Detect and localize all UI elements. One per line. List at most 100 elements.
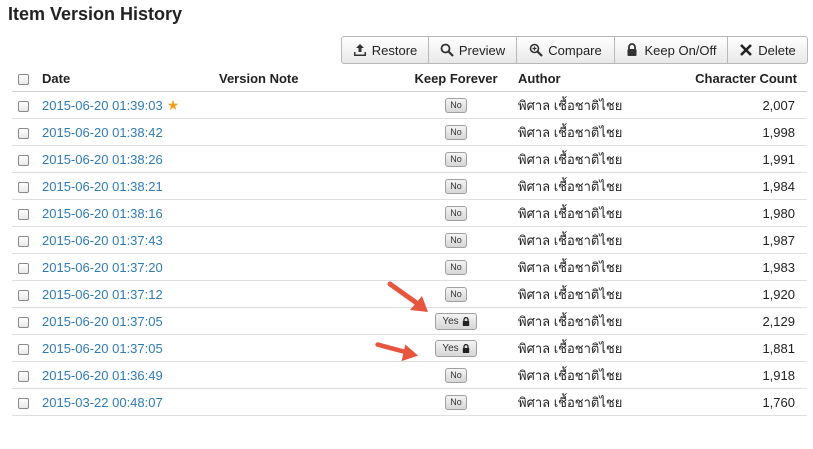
author-cell: พิศาล เชื้อชาติไชย (515, 91, 682, 119)
table-row[interactable]: 2015-06-20 01:37:43 No พิศาล เชื้อชาติไชย 1… (12, 226, 807, 254)
author-cell: พิศาล เชื้อชาติไชย (515, 307, 682, 335)
version-date-link[interactable]: 2015-06-20 01:37:05 (42, 341, 163, 356)
author-cell: พิศาล เชื้อชาติไชย (515, 172, 682, 200)
row-checkbox[interactable] (18, 397, 29, 409)
page-title: Item Version History (8, 4, 183, 24)
version-note-cell (219, 91, 397, 119)
header-date[interactable]: Date (42, 66, 219, 92)
row-select-cell (12, 172, 42, 200)
version-note-cell (219, 388, 397, 416)
date-cell: 2015-06-20 01:37:12 (42, 280, 219, 308)
row-checkbox[interactable] (18, 370, 29, 382)
table-row[interactable]: 2015-06-20 01:38:42 No พิศาล เชื้อชาติไชย 1… (12, 118, 807, 146)
date-cell: 2015-06-20 01:39:03 ★ (42, 91, 219, 119)
row-checkbox[interactable] (18, 100, 29, 112)
keep-forever-badge: Yes (435, 339, 477, 357)
version-date-link[interactable]: 2015-06-20 01:38:42 (42, 125, 163, 140)
close-icon (739, 43, 753, 57)
row-checkbox[interactable] (18, 127, 29, 139)
author-cell: พิศาล เชื้อชาติไชย (515, 253, 682, 281)
author-cell: พิศาล เชื้อชาติไชย (515, 361, 682, 389)
header-character-count[interactable]: Character Count (682, 66, 807, 92)
character-count-cell: 1,918 (682, 361, 807, 389)
character-count-cell: 1,987 (682, 226, 807, 254)
row-checkbox[interactable] (18, 316, 29, 328)
keep-forever-badge: No (445, 98, 467, 114)
header-version-note[interactable]: Version Note (219, 66, 397, 92)
table-row[interactable]: 2015-06-20 01:38:26 No พิศาล เชื้อชาติไชย 1… (12, 145, 807, 173)
row-checkbox[interactable] (18, 208, 29, 220)
keep-forever-badge: No (445, 368, 467, 384)
row-checkbox[interactable] (18, 235, 29, 247)
version-date-link[interactable]: 2015-06-20 01:38:16 (42, 206, 163, 221)
version-date-link[interactable]: 2015-06-20 01:37:43 (42, 233, 163, 248)
author-cell: พิศาล เชื้อชาติไชย (515, 280, 682, 308)
character-count-cell: 1,881 (682, 334, 807, 362)
row-checkbox[interactable] (18, 289, 29, 301)
version-date-link[interactable]: 2015-06-20 01:39:03 (42, 98, 163, 113)
lock-icon (462, 316, 470, 326)
version-date-link[interactable]: 2015-06-20 01:38:21 (42, 179, 163, 194)
preview-button[interactable]: Preview (429, 37, 517, 63)
version-note-cell (219, 253, 397, 281)
version-date-link[interactable]: 2015-03-22 00:48:07 (42, 395, 163, 410)
author-cell: พิศาล เชื้อชาติไชย (515, 388, 682, 416)
version-date-link[interactable]: 2015-06-20 01:37:20 (42, 260, 163, 275)
version-date-link[interactable]: 2015-06-20 01:36:49 (42, 368, 163, 383)
annotation-arrow (375, 342, 419, 362)
version-note-cell (219, 145, 397, 173)
keep-forever-badge: No (445, 395, 467, 411)
version-date-link[interactable]: 2015-06-20 01:37:05 (42, 314, 163, 329)
search-icon (440, 43, 454, 57)
character-count-cell: 1,991 (682, 145, 807, 173)
row-select-cell (12, 280, 42, 308)
row-checkbox[interactable] (18, 181, 29, 193)
version-date-link[interactable]: 2015-06-20 01:38:26 (42, 152, 163, 167)
character-count-cell: 2,129 (682, 307, 807, 335)
row-select-cell (12, 361, 42, 389)
table-row[interactable]: 2015-06-20 01:37:20 No พิศาล เชื้อชาติไชย 1… (12, 253, 807, 281)
row-checkbox[interactable] (18, 343, 29, 355)
table-row[interactable]: 2015-06-20 01:38:21 No พิศาล เชื้อชาติไชย 1… (12, 172, 807, 200)
row-checkbox[interactable] (18, 154, 29, 166)
version-note-cell (219, 307, 397, 335)
keep-forever-badge: No (445, 260, 467, 276)
keep-forever-cell: No (397, 91, 515, 119)
row-select-cell (12, 253, 42, 281)
author-cell: พิศาล เชื้อชาติไชย (515, 199, 682, 227)
character-count-cell: 2,007 (682, 91, 807, 119)
version-note-cell (219, 280, 397, 308)
version-note-cell (219, 361, 397, 389)
delete-button[interactable]: Delete (728, 37, 807, 63)
row-checkbox[interactable] (18, 262, 29, 274)
keep-forever-cell: No (397, 253, 515, 281)
row-select-cell (12, 388, 42, 416)
version-note-cell (219, 118, 397, 146)
row-select-cell (12, 226, 42, 254)
keep-forever-cell: No (397, 199, 515, 227)
version-note-cell (219, 334, 397, 362)
header-author[interactable]: Author (515, 66, 682, 92)
select-all-checkbox[interactable] (18, 74, 29, 86)
date-cell: 2015-03-22 00:48:07 (42, 388, 219, 416)
table-row[interactable]: 2015-06-20 01:38:16 No พิศาล เชื้อชาติไชย 1… (12, 199, 807, 227)
row-select-cell (12, 334, 42, 362)
keep-onoff-button[interactable]: Keep On/Off (615, 37, 728, 63)
compare-button[interactable]: Compare (517, 37, 615, 63)
table-row[interactable]: 2015-06-20 01:39:03 ★ No พิศาล เชื้อชาติไชย… (12, 91, 807, 119)
row-select-cell (12, 199, 42, 227)
keep-forever-cell: No (397, 145, 515, 173)
restore-button[interactable]: Restore (342, 37, 429, 63)
version-date-link[interactable]: 2015-06-20 01:37:12 (42, 287, 163, 302)
date-cell: 2015-06-20 01:37:43 (42, 226, 219, 254)
version-note-cell (219, 226, 397, 254)
date-cell: 2015-06-20 01:38:16 (42, 199, 219, 227)
character-count-cell: 1,980 (682, 199, 807, 227)
date-cell: 2015-06-20 01:37:05 (42, 334, 219, 362)
header-keep-forever[interactable]: Keep Forever (397, 66, 515, 92)
keep-forever-badge: Yes (435, 312, 477, 330)
date-cell: 2015-06-20 01:36:49 (42, 361, 219, 389)
version-note-cell (219, 199, 397, 227)
character-count-cell: 1,920 (682, 280, 807, 308)
table-row[interactable]: 2015-03-22 00:48:07 No พิศาล เชื้อชาติไชย 1… (12, 388, 807, 416)
